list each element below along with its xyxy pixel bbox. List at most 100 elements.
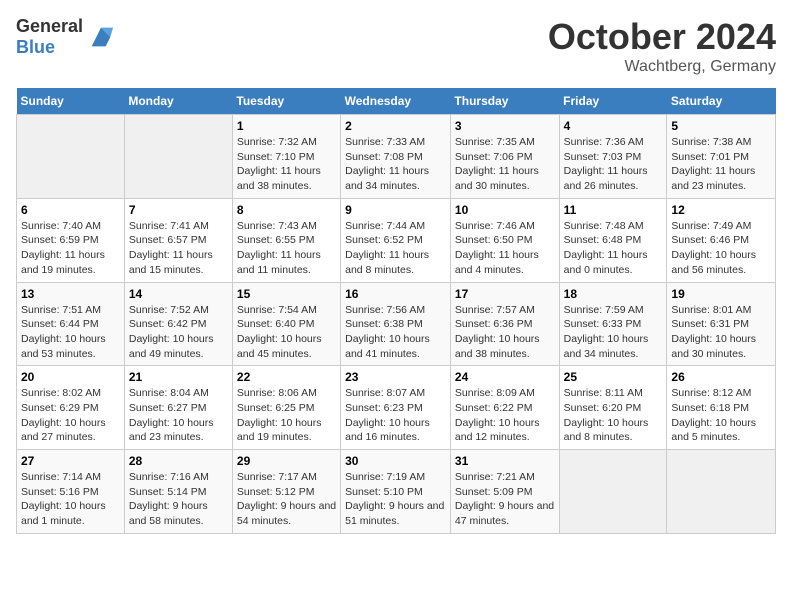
day-number: 25 (564, 370, 663, 384)
day-info: Sunrise: 8:02 AMSunset: 6:29 PMDaylight:… (21, 386, 120, 445)
location-title: Wachtberg, Germany (548, 58, 776, 76)
day-number: 12 (671, 203, 771, 217)
calendar-cell: 28 Sunrise: 7:16 AMSunset: 5:14 PMDayligh… (124, 450, 232, 534)
weekday-header: Saturday (667, 88, 776, 115)
day-info: Sunrise: 8:06 AMSunset: 6:25 PMDaylight:… (237, 386, 336, 445)
page-header: General Blue October 2024 Wachtberg, Ger… (16, 16, 776, 76)
calendar-cell: 20 Sunrise: 8:02 AMSunset: 6:29 PMDayligh… (17, 366, 125, 450)
day-info: Sunrise: 7:57 AMSunset: 6:36 PMDaylight:… (455, 303, 555, 362)
calendar-cell: 21Sunrise: 8:04 AMSunset: 6:27 PMDayligh… (124, 366, 232, 450)
calendar-header-row: SundayMondayTuesdayWednesdayThursdayFrid… (17, 88, 776, 115)
day-number: 30 (345, 454, 446, 468)
day-number: 8 (237, 203, 336, 217)
calendar-cell: 11Sunrise: 7:48 AMSunset: 6:48 PMDayligh… (559, 198, 667, 282)
calendar-cell: 3 Sunrise: 7:35 AMSunset: 7:06 PMDaylight… (450, 115, 559, 199)
calendar-cell: 5 Sunrise: 7:38 AMSunset: 7:01 PMDaylight… (667, 115, 776, 199)
day-number: 14 (129, 287, 228, 301)
calendar-cell: 8 Sunrise: 7:43 AMSunset: 6:55 PMDaylight… (232, 198, 340, 282)
day-number: 20 (21, 370, 120, 384)
day-info: Sunrise: 7:21 AMSunset: 5:09 PMDaylight:… (455, 470, 555, 529)
calendar-cell: 4 Sunrise: 7:36 AMSunset: 7:03 PMDaylight… (559, 115, 667, 199)
day-info: Sunrise: 7:17 AMSunset: 5:12 PMDaylight:… (237, 470, 336, 529)
calendar-cell: 6 Sunrise: 7:40 AMSunset: 6:59 PMDaylight… (17, 198, 125, 282)
day-number: 19 (671, 287, 771, 301)
calendar-cell (667, 450, 776, 534)
logo-general: General (16, 16, 83, 36)
calendar-cell: 19 Sunrise: 8:01 AMSunset: 6:31 PMDayligh… (667, 282, 776, 366)
logo-blue: Blue (16, 37, 55, 57)
weekday-header: Sunday (17, 88, 125, 115)
day-info: Sunrise: 7:38 AMSunset: 7:01 PMDaylight:… (671, 135, 771, 194)
calendar-cell: 31 Sunrise: 7:21 AMSunset: 5:09 PMDayligh… (450, 450, 559, 534)
day-info: Sunrise: 7:48 AMSunset: 6:48 PMDaylight:… (564, 219, 663, 278)
day-number: 1 (237, 119, 336, 133)
day-number: 5 (671, 119, 771, 133)
day-number: 13 (21, 287, 120, 301)
day-number: 4 (564, 119, 663, 133)
calendar-cell: 27Sunrise: 7:14 AMSunset: 5:16 PMDayligh… (17, 450, 125, 534)
logo: General Blue (16, 16, 115, 58)
day-info: Sunrise: 7:49 AMSunset: 6:46 PMDaylight:… (671, 219, 771, 278)
calendar-cell: 23 Sunrise: 8:07 AMSunset: 6:23 PMDayligh… (341, 366, 451, 450)
calendar-cell: 26Sunrise: 8:12 AMSunset: 6:18 PMDayligh… (667, 366, 776, 450)
day-number: 2 (345, 119, 446, 133)
day-info: Sunrise: 7:46 AMSunset: 6:50 PMDaylight:… (455, 219, 555, 278)
day-info: Sunrise: 8:09 AMSunset: 6:22 PMDaylight:… (455, 386, 555, 445)
calendar-cell: 9 Sunrise: 7:44 AMSunset: 6:52 PMDaylight… (341, 198, 451, 282)
day-info: Sunrise: 7:52 AMSunset: 6:42 PMDaylight:… (129, 303, 228, 362)
calendar-cell: 25Sunrise: 8:11 AMSunset: 6:20 PMDayligh… (559, 366, 667, 450)
day-number: 9 (345, 203, 446, 217)
calendar-cell: 14 Sunrise: 7:52 AMSunset: 6:42 PMDayligh… (124, 282, 232, 366)
calendar-cell (124, 115, 232, 199)
day-info: Sunrise: 7:51 AMSunset: 6:44 PMDaylight:… (21, 303, 120, 362)
day-info: Sunrise: 7:14 AMSunset: 5:16 PMDaylight:… (21, 470, 120, 529)
month-title: October 2024 (548, 16, 776, 58)
day-info: Sunrise: 7:44 AMSunset: 6:52 PMDaylight:… (345, 219, 446, 278)
title-block: October 2024 Wachtberg, Germany (548, 16, 776, 76)
day-info: Sunrise: 8:01 AMSunset: 6:31 PMDaylight:… (671, 303, 771, 362)
day-number: 29 (237, 454, 336, 468)
day-number: 10 (455, 203, 555, 217)
calendar-cell: 22Sunrise: 8:06 AMSunset: 6:25 PMDayligh… (232, 366, 340, 450)
day-number: 24 (455, 370, 555, 384)
calendar-cell: 10 Sunrise: 7:46 AMSunset: 6:50 PMDayligh… (450, 198, 559, 282)
logo-icon (87, 23, 115, 51)
calendar-cell: 13 Sunrise: 7:51 AMSunset: 6:44 PMDayligh… (17, 282, 125, 366)
day-info: Sunrise: 7:40 AMSunset: 6:59 PMDaylight:… (21, 219, 120, 278)
day-number: 28 (129, 454, 228, 468)
calendar-week-row: 6 Sunrise: 7:40 AMSunset: 6:59 PMDaylight… (17, 198, 776, 282)
calendar-week-row: 13 Sunrise: 7:51 AMSunset: 6:44 PMDayligh… (17, 282, 776, 366)
day-number: 7 (129, 203, 228, 217)
logo-text: General Blue (16, 16, 83, 58)
calendar-cell: 16 Sunrise: 7:56 AMSunset: 6:38 PMDayligh… (341, 282, 451, 366)
day-info: Sunrise: 7:35 AMSunset: 7:06 PMDaylight:… (455, 135, 555, 194)
calendar-cell: 17Sunrise: 7:57 AMSunset: 6:36 PMDayligh… (450, 282, 559, 366)
calendar-week-row: 1 Sunrise: 7:32 AMSunset: 7:10 PMDaylight… (17, 115, 776, 199)
calendar-cell: 24 Sunrise: 8:09 AMSunset: 6:22 PMDayligh… (450, 366, 559, 450)
day-info: Sunrise: 8:07 AMSunset: 6:23 PMDaylight:… (345, 386, 446, 445)
day-number: 6 (21, 203, 120, 217)
day-number: 18 (564, 287, 663, 301)
day-number: 3 (455, 119, 555, 133)
day-info: Sunrise: 7:19 AMSunset: 5:10 PMDaylight:… (345, 470, 446, 529)
calendar-week-row: 20 Sunrise: 8:02 AMSunset: 6:29 PMDayligh… (17, 366, 776, 450)
day-number: 23 (345, 370, 446, 384)
calendar-cell: 15Sunrise: 7:54 AMSunset: 6:40 PMDayligh… (232, 282, 340, 366)
day-info: Sunrise: 7:43 AMSunset: 6:55 PMDaylight:… (237, 219, 336, 278)
day-info: Sunrise: 7:36 AMSunset: 7:03 PMDaylight:… (564, 135, 663, 194)
day-number: 15 (237, 287, 336, 301)
calendar-cell: 1 Sunrise: 7:32 AMSunset: 7:10 PMDaylight… (232, 115, 340, 199)
day-info: Sunrise: 7:32 AMSunset: 7:10 PMDaylight:… (237, 135, 336, 194)
day-info: Sunrise: 7:33 AMSunset: 7:08 PMDaylight:… (345, 135, 446, 194)
day-number: 21 (129, 370, 228, 384)
day-info: Sunrise: 7:56 AMSunset: 6:38 PMDaylight:… (345, 303, 446, 362)
weekday-header: Wednesday (341, 88, 451, 115)
calendar-cell (559, 450, 667, 534)
calendar-cell: 2 Sunrise: 7:33 AMSunset: 7:08 PMDaylight… (341, 115, 451, 199)
day-number: 31 (455, 454, 555, 468)
calendar-cell: 18 Sunrise: 7:59 AMSunset: 6:33 PMDayligh… (559, 282, 667, 366)
day-info: Sunrise: 7:16 AMSunset: 5:14 PMDaylight:… (129, 470, 228, 529)
calendar-cell (17, 115, 125, 199)
day-info: Sunrise: 7:59 AMSunset: 6:33 PMDaylight:… (564, 303, 663, 362)
day-number: 16 (345, 287, 446, 301)
